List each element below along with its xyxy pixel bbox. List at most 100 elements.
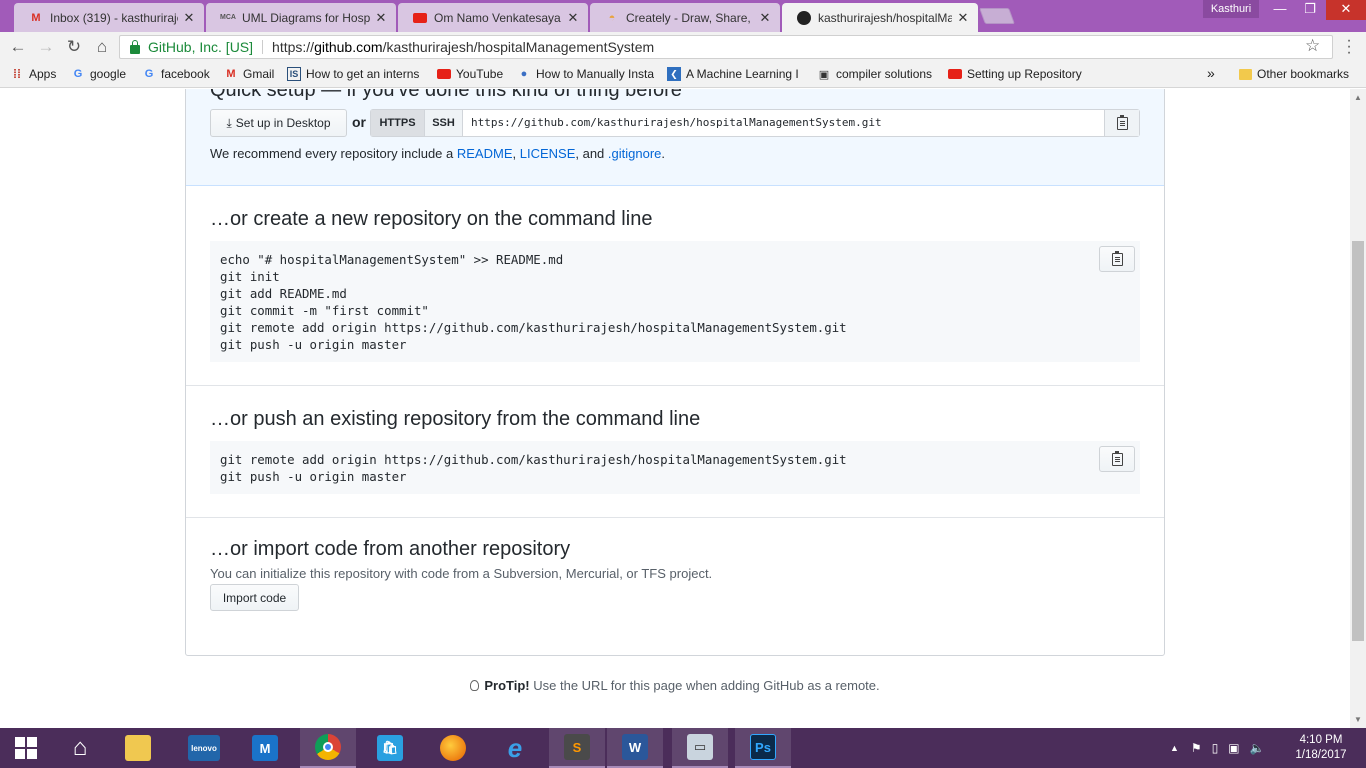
new-tab-button[interactable] xyxy=(979,8,1015,24)
bookmark-gmail[interactable]: M Gmail xyxy=(224,67,274,81)
book-icon: ▣ xyxy=(818,68,830,81)
bookmarks-overflow-button[interactable]: » xyxy=(1207,65,1215,81)
flag-icon[interactable]: ⚑ xyxy=(1191,741,1202,755)
store-icon: 🛍 xyxy=(377,735,403,761)
close-icon[interactable]: ✕ xyxy=(956,10,970,26)
bookmark-google[interactable]: G google xyxy=(71,67,126,81)
other-bookmarks[interactable]: Other bookmarks xyxy=(1238,67,1349,81)
minimize-icon[interactable]: — xyxy=(1265,0,1295,20)
bookmark-label: A Machine Learning I xyxy=(686,67,799,81)
gmail-icon: M xyxy=(226,68,236,80)
creately-icon: ◓ xyxy=(608,11,616,24)
taskbar-word[interactable]: W xyxy=(607,728,663,768)
photoshop-icon: Ps xyxy=(750,734,776,760)
ie-icon: e xyxy=(507,732,523,763)
chrome-menu-icon[interactable]: · · · xyxy=(1345,33,1353,61)
bookmark-facebook[interactable]: G facebook xyxy=(142,67,210,81)
chrome-icon xyxy=(315,734,341,760)
scroll-up-icon[interactable]: ▲ xyxy=(1354,93,1362,102)
page-viewport: Quick setup — if you've done this kind o… xyxy=(0,89,1350,728)
vertical-scrollbar[interactable]: ▲ ▼ xyxy=(1350,89,1366,728)
code-line: git remote add origin https://github.com… xyxy=(220,452,847,467)
import-code-button[interactable]: Import code xyxy=(210,584,299,611)
tab-title: UML Diagrams for Hospital xyxy=(242,10,370,25)
bookmark-repository[interactable]: Setting up Repository xyxy=(948,67,1088,81)
bookmark-label: Gmail xyxy=(243,67,275,81)
restore-icon[interactable]: ❐ xyxy=(1295,0,1325,20)
copy-clone-url-button[interactable] xyxy=(1104,110,1139,136)
profile-button[interactable]: Kasthuri xyxy=(1203,0,1259,18)
taskbar-maxthon[interactable]: M xyxy=(237,728,293,768)
copy-new-repo-button[interactable] xyxy=(1099,246,1135,272)
tab-creately[interactable]: ◓ Creately - Draw, Share, Work ✕ xyxy=(590,3,780,32)
bookmark-youtube[interactable]: YouTube xyxy=(437,67,503,81)
taskbar-clock[interactable]: 4:10 PM 1/18/2017 xyxy=(1290,733,1352,763)
lock-icon xyxy=(130,39,140,54)
clone-url-input[interactable]: https://github.com/kasthurirajesh/hospit… xyxy=(463,110,1104,136)
tab-inbox[interactable]: M Inbox (319) - kasthurirajesh ✕ xyxy=(14,3,204,32)
taskbar-photoshop[interactable]: Ps xyxy=(735,728,791,768)
github-icon xyxy=(796,10,812,26)
bookmark-star-icon[interactable]: ☆ xyxy=(1305,36,1320,56)
close-icon[interactable]: ✕ xyxy=(758,10,772,26)
tab-youtube[interactable]: Om Namo Venkatesaya Jukebox ✕ xyxy=(398,3,588,32)
taskbar-sublime[interactable]: S xyxy=(549,728,605,768)
bookmark-label: facebook xyxy=(161,67,210,81)
setup-desktop-button[interactable]: ⤓ Set up in Desktop xyxy=(210,109,347,137)
or-label: or xyxy=(352,114,366,130)
taskbar-lenovo[interactable]: lenovo xyxy=(176,728,232,768)
tab-title: Creately - Draw, Share, Work xyxy=(626,10,754,25)
readme-link[interactable]: README xyxy=(457,146,513,161)
google-icon: G xyxy=(144,68,154,80)
volume-icon[interactable]: 🔈 xyxy=(1250,741,1265,755)
bookmark-manually-install[interactable]: ● How to Manually Insta xyxy=(517,67,655,81)
clock-time: 4:10 PM xyxy=(1299,734,1343,746)
push-code[interactable]: git remote add origin https://github.com… xyxy=(210,441,1140,494)
start-button[interactable] xyxy=(0,728,52,768)
bookmark-compiler[interactable]: ▣ compiler solutions xyxy=(817,67,932,81)
taskbar-firefox[interactable] xyxy=(425,728,481,768)
period: . xyxy=(661,146,666,161)
scroll-down-icon[interactable]: ▼ xyxy=(1354,715,1362,724)
tab-uml[interactable]: MCA UML Diagrams for Hospital ✕ xyxy=(206,3,396,32)
close-icon[interactable]: ✕ xyxy=(182,10,196,26)
taskbar-home[interactable]: ⌂ xyxy=(52,728,108,768)
taskbar-monitor[interactable]: ▭ xyxy=(672,728,728,768)
forward-icon[interactable]: → xyxy=(35,37,57,57)
bookmark-internship[interactable]: IS How to get an interns xyxy=(287,67,425,81)
close-icon[interactable]: ✕ xyxy=(374,10,388,26)
license-link[interactable]: LICENSE xyxy=(520,146,576,161)
maxthon-icon: M xyxy=(252,735,278,761)
ssh-toggle[interactable]: SSH xyxy=(425,110,463,136)
new-repo-code[interactable]: echo "# hospitalManagementSystem" >> REA… xyxy=(210,241,1140,362)
https-toggle[interactable]: HTTPS xyxy=(371,110,425,136)
gitignore-link[interactable]: .gitignore xyxy=(608,146,661,161)
bookmark-label: google xyxy=(90,67,127,81)
folder-icon xyxy=(1238,67,1252,81)
back-icon[interactable]: ← xyxy=(7,37,29,57)
close-icon[interactable]: ✕ xyxy=(566,10,580,26)
tray-expand-icon[interactable]: ▲ xyxy=(1170,743,1179,753)
taskbar-chrome[interactable] xyxy=(300,728,356,768)
taskbar-ie[interactable]: e xyxy=(487,728,543,768)
scrollbar-thumb[interactable] xyxy=(1352,241,1364,641)
browser-titlebar: M Inbox (319) - kasthurirajesh ✕ MCA UML… xyxy=(0,0,1366,32)
home-icon[interactable]: ⌂ xyxy=(91,37,113,57)
protip-text: Use the URL for this page when adding Gi… xyxy=(529,678,880,693)
reload-icon[interactable]: ↻ xyxy=(63,37,85,57)
window-close-icon[interactable]: ✕ xyxy=(1326,0,1366,20)
taskbar-store[interactable]: 🛍 xyxy=(362,728,418,768)
address-bar[interactable]: GitHub, Inc. [US] https://github.com/kas… xyxy=(119,35,1333,59)
bookmark-apps[interactable]: ⁞⁞ Apps xyxy=(10,67,56,81)
bookmark-machine-learning[interactable]: ❮ A Machine Learning I xyxy=(667,67,805,81)
taskbar-explorer[interactable] xyxy=(110,728,166,768)
tab-title: kasthurirajesh/hospitalManagementSystem xyxy=(818,10,952,25)
setup-desktop-label: Set up in Desktop xyxy=(235,116,331,130)
copy-push-button[interactable] xyxy=(1099,446,1135,472)
bookmark-label: YouTube xyxy=(456,67,504,81)
network-icon[interactable]: ▣ xyxy=(1228,741,1239,755)
battery-icon[interactable]: ▯ xyxy=(1212,741,1219,755)
bookmark-label: Setting up Repository xyxy=(967,67,1082,81)
tab-github[interactable]: kasthurirajesh/hospitalManagementSystem … xyxy=(782,3,978,32)
word-icon: W xyxy=(622,734,648,760)
